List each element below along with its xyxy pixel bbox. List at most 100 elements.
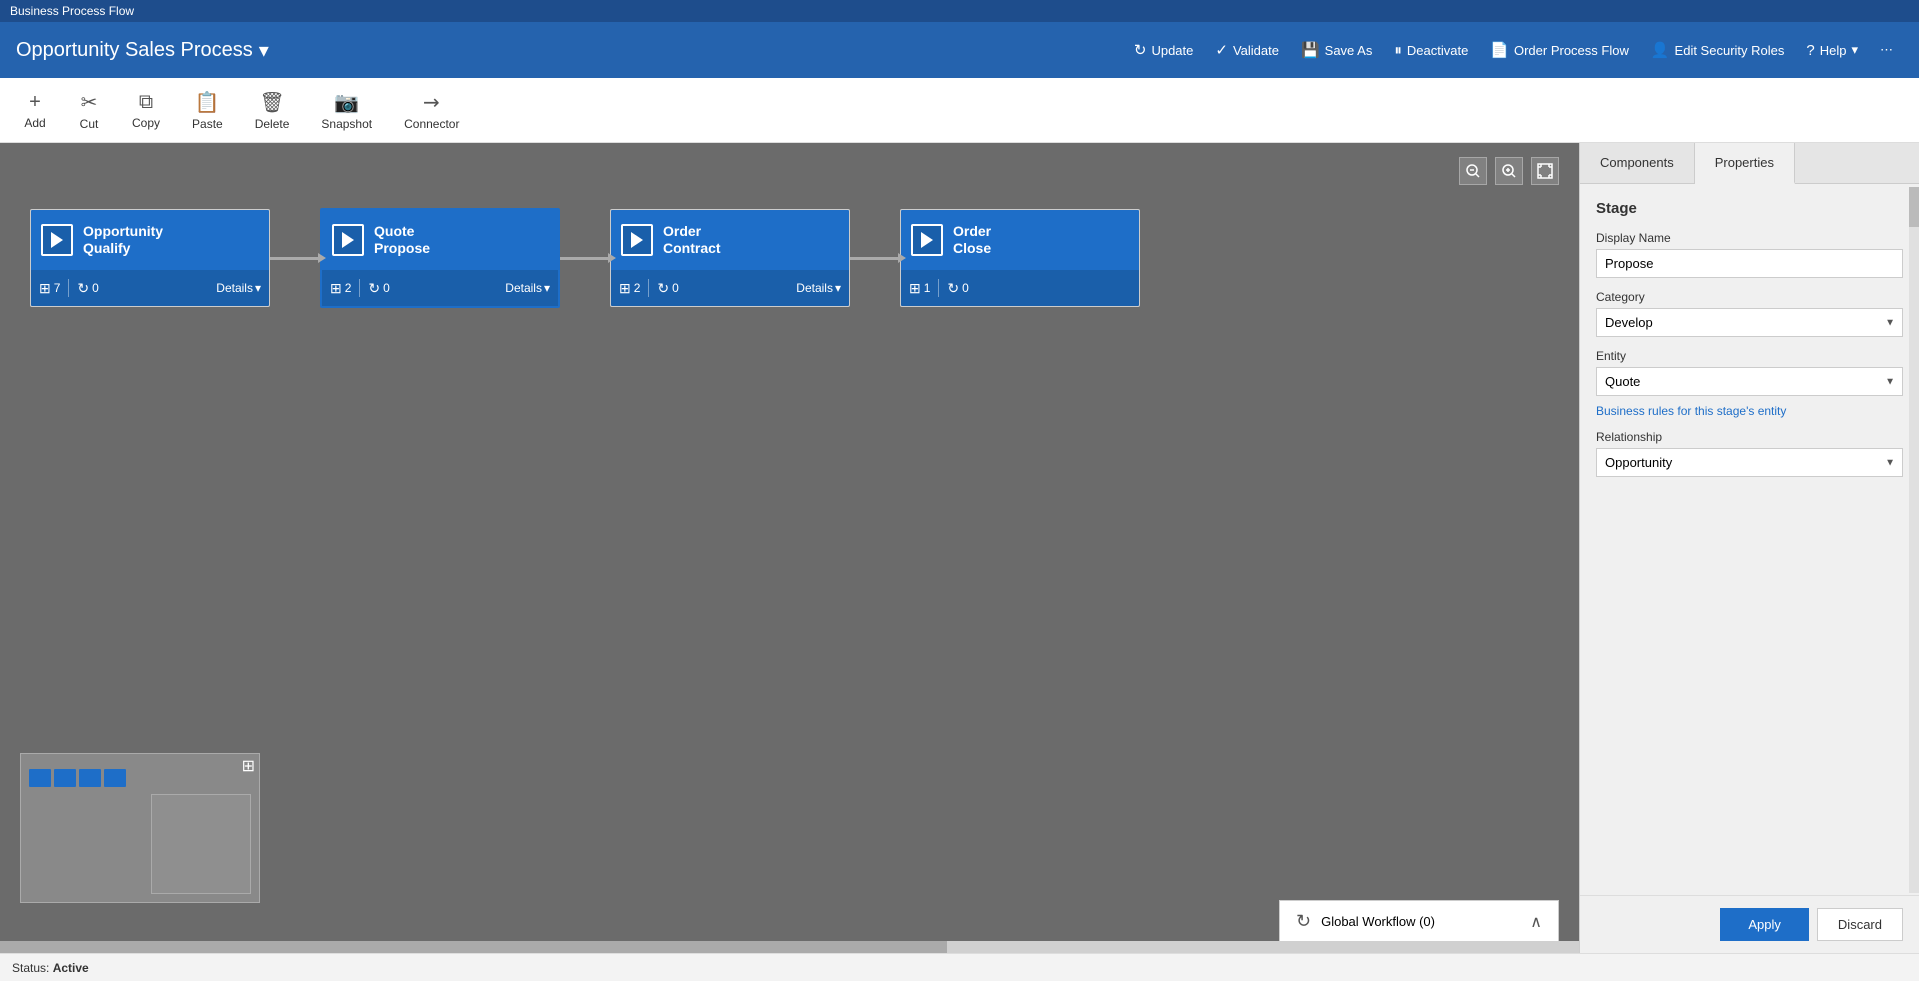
apply-button[interactable]: Apply	[1720, 908, 1809, 941]
relationship-select-wrapper: Opportunity	[1596, 448, 1903, 477]
connector-button[interactable]: ↗ Connector	[390, 82, 473, 138]
canvas-scrollbar[interactable]	[0, 941, 1579, 953]
more-button[interactable]: ⋯	[1870, 36, 1903, 64]
copy-label: Copy	[132, 116, 160, 130]
tab-components[interactable]: Components	[1580, 143, 1695, 183]
relationship-label: Relationship	[1596, 430, 1903, 444]
stage-conditions-count: 0	[962, 281, 969, 295]
minimap-content	[29, 769, 126, 787]
panel-scrollbar-thumb[interactable]	[1909, 187, 1919, 227]
stage-quote-propose[interactable]: QuotePropose ⊞ 2 ↻ 0 Details ▾	[320, 208, 560, 308]
stage-icon-opportunity-qualify	[41, 224, 73, 256]
steps-icon: ⊞	[330, 280, 342, 297]
status-value: Active	[53, 961, 89, 975]
cut-icon: ✂	[81, 90, 98, 115]
stage-opportunity-qualify[interactable]: OpportunityQualify ⊞ 7 ↻ 0 Details ▾	[30, 209, 270, 307]
stage-footer-order-contract: ⊞ 2 ↻ 0 Details ▾	[611, 270, 849, 306]
edit-security-roles-label: Edit Security Roles	[1675, 43, 1785, 58]
category-select[interactable]: Develop Qualify Propose Close	[1596, 308, 1903, 337]
stat-divider	[648, 279, 649, 297]
connector-icon: ↗	[417, 87, 447, 117]
add-icon: +	[29, 91, 41, 114]
stage-title-order-contract: OrderContract	[663, 223, 721, 257]
main-content: OpportunityQualify ⊞ 7 ↻ 0 Details ▾	[0, 143, 1919, 953]
minimap[interactable]: ⊞	[20, 753, 260, 903]
help-button[interactable]: ? Help ▾	[1796, 36, 1868, 65]
validate-button[interactable]: ✓ Validate	[1205, 35, 1289, 65]
details-button-opportunity-qualify[interactable]: Details ▾	[216, 281, 261, 295]
relationship-select[interactable]: Opportunity	[1596, 448, 1903, 477]
connector-1	[270, 257, 320, 260]
paste-label: Paste	[192, 117, 223, 131]
delete-button[interactable]: 🗑 Delete	[241, 82, 304, 138]
header-actions: ↻ Update ✓ Validate 💾 Save As ⏸ Deactiva…	[1124, 35, 1903, 65]
stage-footer-order-close: ⊞ 1 ↻ 0	[901, 270, 1139, 306]
fit-view-button[interactable]	[1531, 157, 1559, 185]
stage-header-quote-propose: QuotePropose	[322, 210, 558, 270]
stage-steps-count: 2	[345, 281, 352, 295]
app-title[interactable]: Opportunity Sales Process ▾	[16, 38, 1124, 63]
tab-properties[interactable]: Properties	[1695, 143, 1795, 184]
copy-button[interactable]: ⧉ Copy	[118, 82, 174, 138]
add-button[interactable]: + Add	[10, 82, 60, 138]
panel-scrollbar[interactable]	[1909, 187, 1919, 893]
stages-container: OpportunityQualify ⊞ 7 ↻ 0 Details ▾	[30, 208, 1140, 308]
canvas-area[interactable]: OpportunityQualify ⊞ 7 ↻ 0 Details ▾	[0, 143, 1579, 953]
update-icon: ↻	[1134, 41, 1147, 59]
business-rules-link[interactable]: Business rules for this stage's entity	[1596, 404, 1903, 418]
stage-steps-order-contract: ⊞ 2	[619, 280, 640, 297]
deactivate-button[interactable]: ⏸ Deactivate	[1384, 36, 1478, 65]
stage-header-order-contract: OrderContract	[611, 210, 849, 270]
stage-title-opportunity-qualify: OpportunityQualify	[83, 223, 163, 257]
deactivate-label: Deactivate	[1407, 43, 1468, 58]
save-as-button[interactable]: 💾 Save As	[1291, 35, 1382, 65]
cut-label: Cut	[80, 117, 99, 131]
stage-title-quote-propose: QuotePropose	[374, 223, 430, 257]
discard-button[interactable]: Discard	[1817, 908, 1903, 941]
canvas-scrollbar-thumb[interactable]	[0, 941, 947, 953]
header: Opportunity Sales Process ▾ ↻ Update ✓ V…	[0, 22, 1919, 78]
cut-button[interactable]: ✂ Cut	[64, 82, 114, 138]
details-chevron: ▾	[544, 281, 550, 295]
zoom-in-button[interactable]	[1495, 157, 1523, 185]
steps-icon: ⊞	[909, 280, 921, 297]
global-workflow[interactable]: ↻ Global Workflow (0) ∧	[1279, 900, 1559, 943]
stage-order-close[interactable]: OrderClose ⊞ 1 ↻ 0	[900, 209, 1140, 307]
panel-footer: Apply Discard	[1580, 895, 1919, 953]
order-process-flow-button[interactable]: 📄 Order Process Flow	[1480, 35, 1639, 65]
global-workflow-chevron: ∧	[1530, 912, 1542, 932]
stage-header-order-close: OrderClose	[901, 210, 1139, 270]
details-button-quote-propose[interactable]: Details ▾	[505, 281, 550, 295]
stage-footer-quote-propose: ⊞ 2 ↻ 0 Details ▾	[322, 270, 558, 306]
display-name-input[interactable]	[1596, 249, 1903, 278]
update-label: Update	[1151, 43, 1193, 58]
add-label: Add	[24, 116, 45, 130]
steps-icon: ⊞	[619, 280, 631, 297]
snapshot-button[interactable]: 📷 Snapshot	[307, 82, 386, 138]
connector-3	[850, 257, 900, 260]
zoom-controls	[1459, 157, 1559, 185]
edit-security-roles-button[interactable]: 👤 Edit Security Roles	[1641, 35, 1795, 65]
minimap-expand-button[interactable]: ⊞	[242, 756, 255, 776]
connector-label: Connector	[404, 117, 459, 131]
stage-icon-order-close	[911, 224, 943, 256]
order-process-flow-icon: 📄	[1490, 41, 1509, 59]
stage-steps-order-close: ⊞ 1	[909, 280, 930, 297]
stage-conditions-order-contract: ↻ 0	[657, 280, 678, 297]
mini-stage-2	[54, 769, 76, 787]
category-select-wrapper: Develop Qualify Propose Close	[1596, 308, 1903, 337]
mini-stage-3	[79, 769, 101, 787]
conditions-icon: ↻	[77, 280, 89, 297]
stage-icon-quote-propose	[332, 224, 364, 256]
details-button-order-contract[interactable]: Details ▾	[796, 281, 841, 295]
entity-select[interactable]: Quote Opportunity Order	[1596, 367, 1903, 396]
update-button[interactable]: ↻ Update	[1124, 35, 1204, 65]
app-title-text: Opportunity Sales Process	[16, 39, 253, 62]
global-workflow-label: Global Workflow (0)	[1321, 914, 1520, 929]
zoom-out-button[interactable]	[1459, 157, 1487, 185]
stage-conditions-order-close: ↻ 0	[947, 280, 968, 297]
stage-order-contract[interactable]: OrderContract ⊞ 2 ↻ 0 Details ▾	[610, 209, 850, 307]
entity-label: Entity	[1596, 349, 1903, 363]
paste-button[interactable]: 📋 Paste	[178, 82, 237, 138]
help-label: Help	[1820, 43, 1847, 58]
